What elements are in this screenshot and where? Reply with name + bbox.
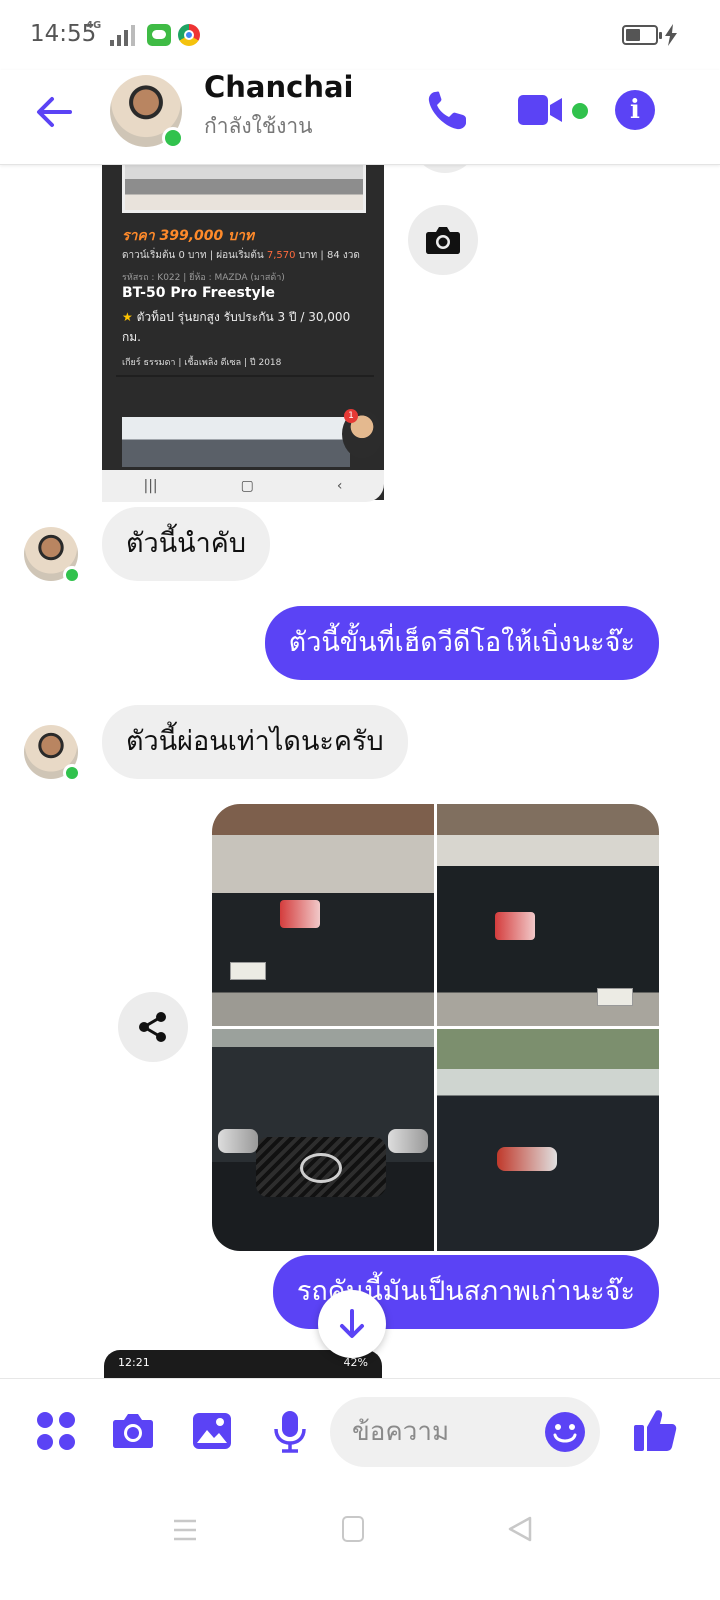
video-call-icon[interactable] [516,92,566,128]
emoji-icon[interactable] [544,1411,586,1453]
listing-specs: เกียร์ ธรรมดา | เชื้อเพลิง ดีเซล | ปี 20… [122,358,282,368]
screenshot-battery: 42% [343,1356,368,1369]
camera-action-button[interactable] [408,205,478,275]
next-listing-photo [122,417,350,467]
listing-down-payment: ดาวน์เริ่มต้น 0 บาท | ผ่อนเริ่มต้น 7,570… [122,250,360,261]
message-composer [0,1378,720,1488]
signal-icon: 4G [86,20,135,46]
star-icon: ★ [122,310,133,324]
gallery-icon[interactable] [190,1409,234,1453]
recents-key: ||| [143,478,158,494]
message-bubble-outgoing[interactable]: ตัวนี้ขั้นที่เฮ็ดวีดีโอให้เบิ่งนะจ๊ะ [264,606,659,680]
car-photo-rear-right[interactable] [437,804,659,1026]
car-photo-front[interactable] [212,1029,434,1251]
message-thread[interactable]: ราคา 399,000 บาท ดาวน์เริ่มต้น 0 บาท | ผ… [0,165,720,1378]
status-bar: 14:55 4G [0,0,720,70]
online-indicator [63,764,81,782]
listing-warranty: ★ ตัวท็อป รุ่นยกสูง รับประกัน 3 ปี / 30,… [122,310,351,344]
action-button-partial[interactable] [412,165,478,173]
sender-avatar[interactable] [24,527,81,584]
apps-grid-icon[interactable] [34,1409,78,1453]
message-bubble-incoming[interactable]: ตัวนี้ผ่อนเท่าไดนะครับ [102,705,408,779]
car-listing-photo [122,165,366,213]
screenshot-time: 12:21 [118,1356,150,1369]
online-indicator [63,566,81,584]
thumbs-up-icon[interactable] [632,1407,678,1453]
message-input[interactable] [352,1397,542,1467]
back-triangle-icon[interactable] [506,1515,534,1543]
scroll-to-bottom-button[interactable] [318,1290,386,1358]
contact-avatar[interactable] [110,75,184,149]
car-photo-rear-left[interactable] [212,804,434,1026]
line-app-icon [147,24,171,46]
listing-divider [116,375,374,377]
phone-call-icon[interactable] [424,88,470,134]
listing-meta: รหัสรถ : K022 | ยี่ห้อ : MAZDA (มาสด้า) [122,273,285,283]
message-bubble-incoming[interactable]: ตัวนี้นำคับ [102,507,270,581]
screenshot-nav-bar: ||| ▢ ‹ [102,470,384,502]
back-arrow-icon[interactable] [32,90,76,134]
charging-icon [665,24,677,46]
contact-status: กำลังใช้งาน [204,114,313,138]
contact-name: Chanchai [204,70,354,104]
home-key: ▢ [240,478,254,494]
photo-album-message[interactable] [212,804,659,1251]
arrow-down-icon [340,1309,364,1338]
camera-icon [426,227,460,254]
battery-icon [622,25,662,45]
car-photo-front-angle[interactable] [437,1029,659,1251]
chrome-app-icon [178,24,200,46]
back-key: ‹ [336,478,343,494]
message-input-container [330,1397,600,1467]
online-indicator [162,127,184,149]
camera-icon[interactable] [111,1409,155,1453]
listing-model: BT-50 Pro Freestyle [122,285,275,301]
shared-screenshot-image[interactable]: ราคา 399,000 บาท ดาวน์เริ่มต้น 0 บาท | ผ… [102,165,384,500]
listing-price: ราคา 399,000 บาท [122,228,255,244]
home-button[interactable] [342,1516,364,1542]
menu-icon[interactable] [172,1518,198,1542]
microphone-icon[interactable] [268,1409,312,1453]
network-type: 4G [86,20,102,31]
video-active-dot [572,103,588,119]
info-icon[interactable]: i [615,90,655,130]
sender-avatar[interactable] [24,725,81,782]
conversation-header: Chanchai กำลังใช้งาน i [0,70,720,165]
notification-badge: 1 [344,409,358,423]
system-nav-bar [0,1488,720,1600]
share-icon [139,1012,166,1042]
share-button[interactable] [118,992,188,1062]
